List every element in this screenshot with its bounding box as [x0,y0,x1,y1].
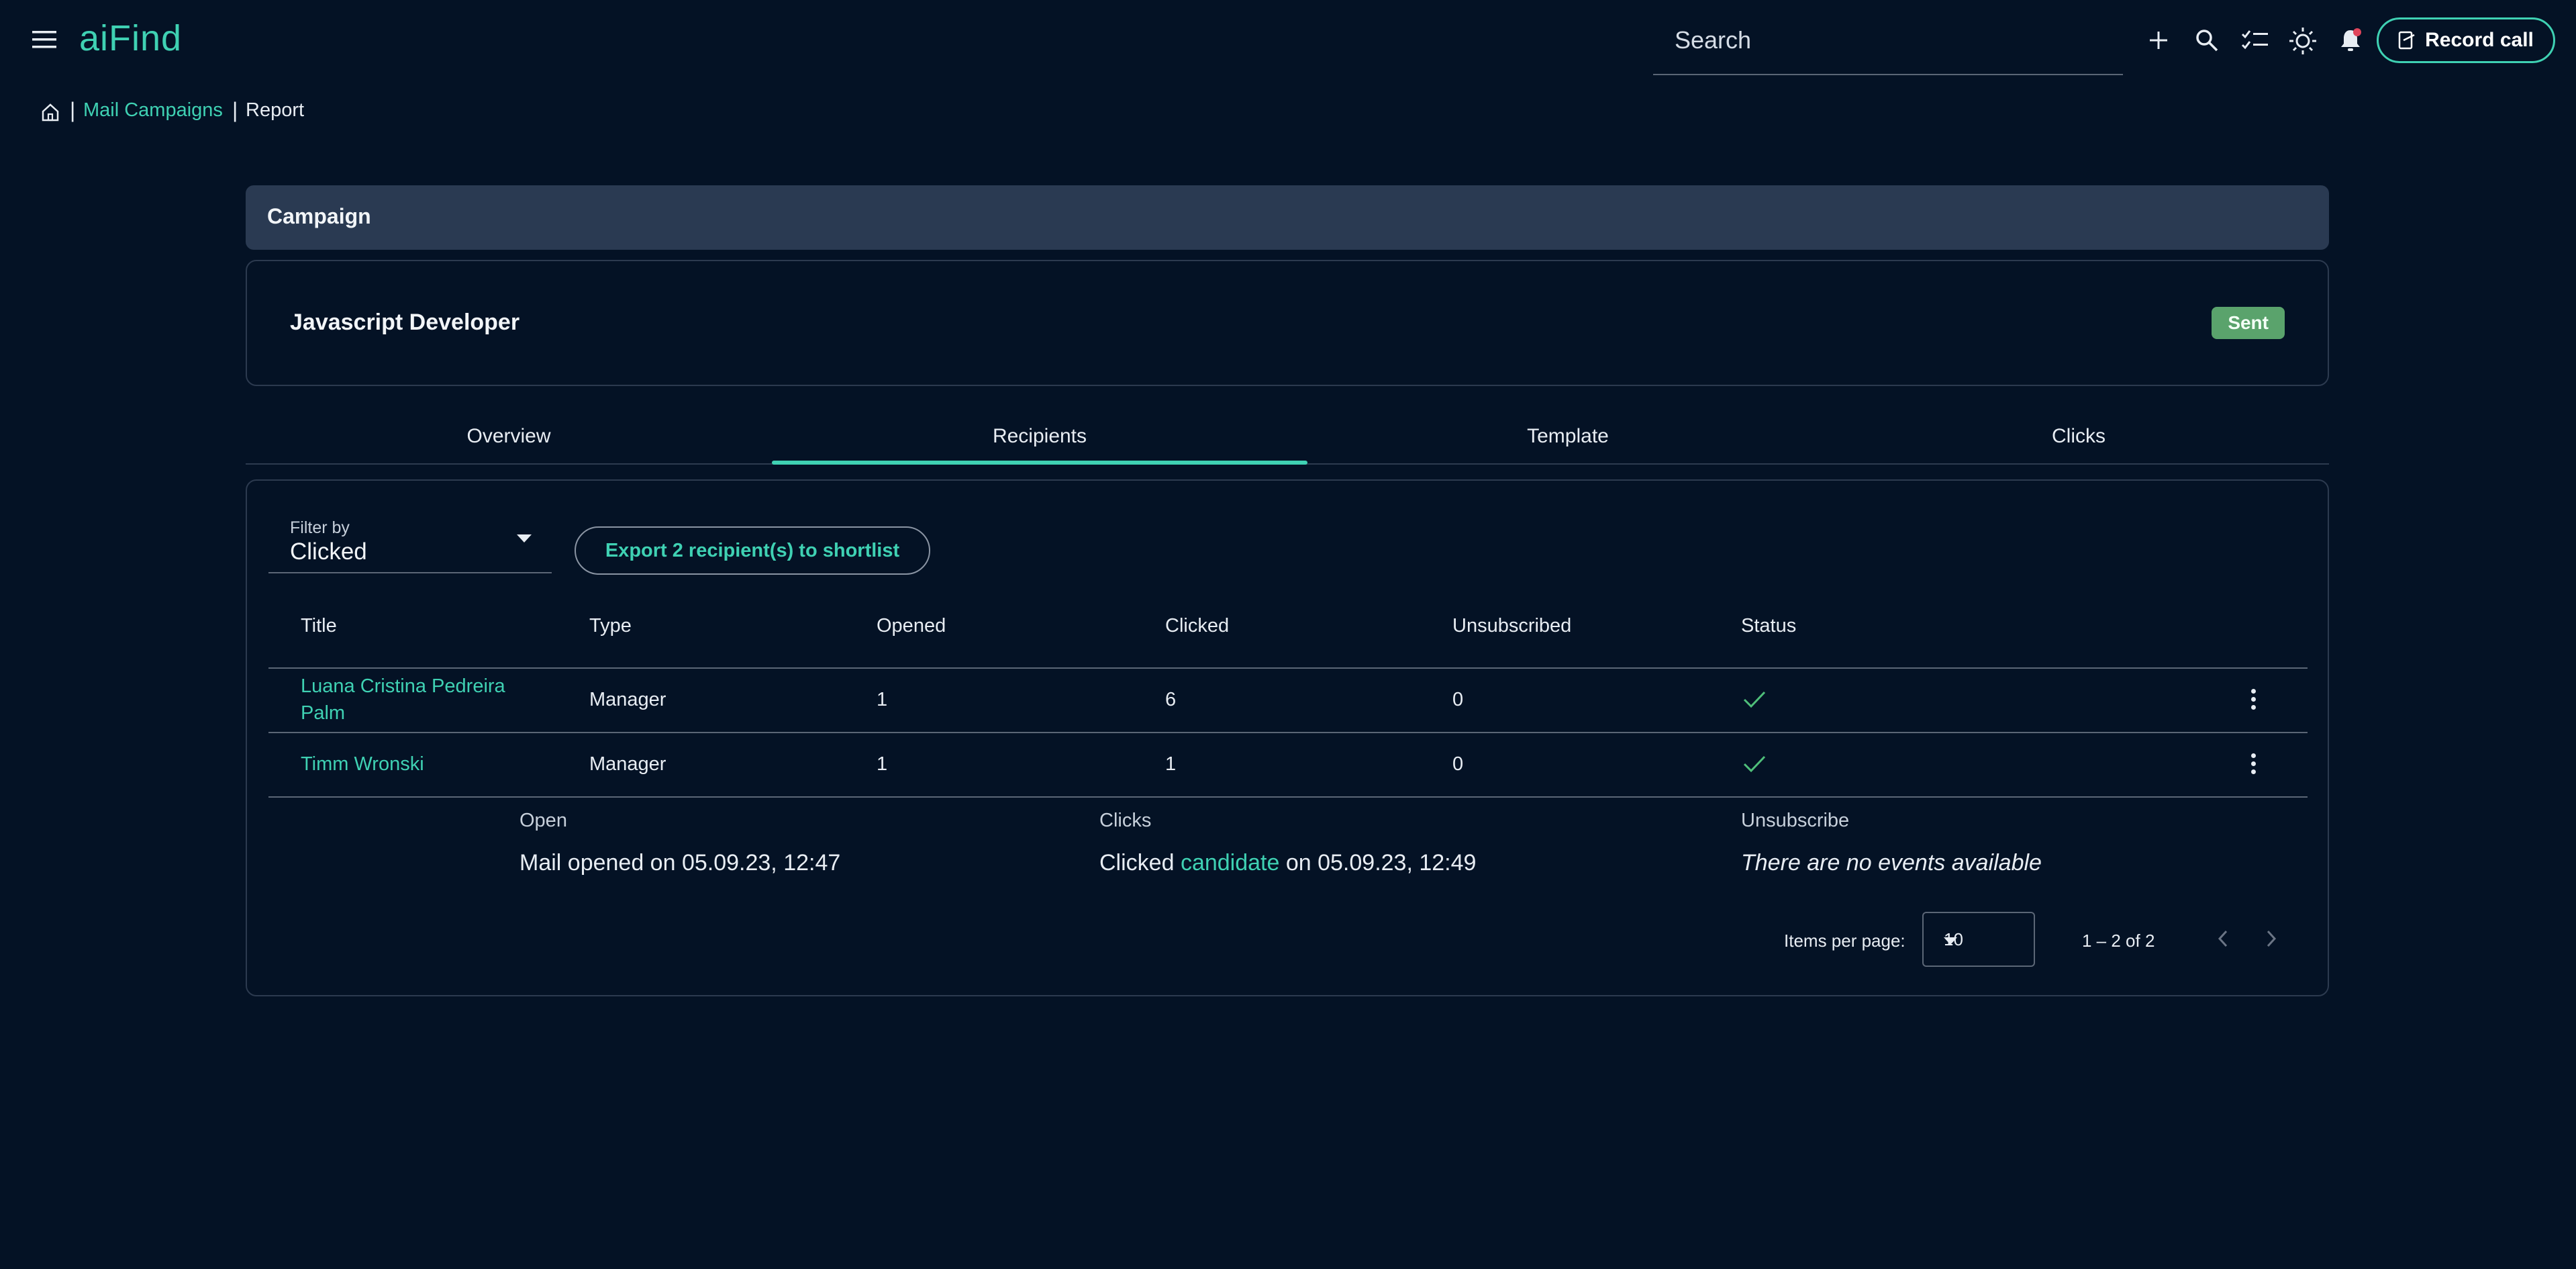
event-unsubscribe-label: Unsubscribe [1741,810,1850,831]
row-actions-icon[interactable] [2250,689,2257,710]
home-icon[interactable] [39,101,62,124]
recipient-unsubscribed: 0 [1452,689,1464,710]
record-call-label: Record call [2425,29,2534,51]
recipient-type: Manager [589,689,666,710]
items-per-page-label: Items per page: [1784,931,1905,951]
recipient-clicked: 6 [1165,689,1177,710]
breadcrumb-current: Report [246,99,305,121]
recipient-name[interactable]: Timm Wronski [301,753,424,775]
tab-recipients[interactable]: Recipients [772,410,1307,465]
chevron-left-icon[interactable] [2211,927,2235,951]
app-logo[interactable]: aiFind [79,17,182,59]
recipient-unsubscribed: 0 [1452,753,1464,775]
campaign-card: Javascript Developer Sent [246,260,2329,386]
column-header-status[interactable]: Status [1741,615,1796,637]
table-row[interactable]: Timm Wronski Manager 1 1 0 [268,733,2308,796]
record-call-button[interactable]: Record call [2377,17,2555,63]
filter-select[interactable]: Filter by Clicked [268,508,552,573]
check-icon [1741,751,1768,778]
event-clicks-label: Clicks [1099,810,1152,831]
filter-value: Clicked [290,538,367,565]
column-header-opened[interactable]: Opened [877,615,946,637]
record-call-icon [2398,31,2416,50]
campaign-section-header: Campaign [246,185,2329,250]
export-to-shortlist-button[interactable]: Export 2 recipient(s) to shortlist [575,526,930,575]
chevron-down-icon [1944,937,1957,945]
column-header-clicked[interactable]: Clicked [1165,615,1229,637]
recipient-type: Manager [589,753,666,775]
breadcrumb-separator: | [232,98,238,122]
menu-icon[interactable] [30,28,59,51]
candidate-link[interactable]: candidate [1181,850,1279,876]
event-clicks-prefix: Clicked [1099,850,1181,876]
table-row[interactable]: Luana Cristina Pedreira Palm Manager 1 6… [268,669,2308,732]
breadcrumb-mail-campaigns[interactable]: Mail Campaigns [83,99,223,122]
filter-label: Filter by [290,518,350,537]
report-tabs: Overview Recipients Template Clicks [246,410,2329,465]
tab-clicks[interactable]: Clicks [1828,410,2329,463]
event-clicks-text: Clicked candidate on 05.09.23, 12:49 [1099,850,1476,876]
column-header-type[interactable]: Type [589,615,632,637]
theme-icon[interactable] [2286,24,2320,58]
recipient-opened: 1 [877,689,888,710]
recipient-name[interactable]: Luana Cristina Pedreira Palm [301,673,505,726]
event-unsubscribe-text: There are no events available [1741,850,2042,876]
column-header-unsubscribed[interactable]: Unsubscribed [1452,615,1571,637]
event-open-text: Mail opened on 05.09.23, 12:47 [519,850,841,876]
row-divider [268,796,2308,798]
search-input[interactable] [1653,16,2123,64]
plus-icon[interactable] [2145,27,2172,54]
column-header-title[interactable]: Title [301,615,337,637]
event-clicks-suffix: on 05.09.23, 12:49 [1279,850,1477,876]
notification-bell-icon[interactable] [2336,26,2365,55]
pagination-range: 1 – 2 of 2 [2082,931,2155,951]
section-title: Campaign [267,204,371,228]
event-open-label: Open [519,810,567,831]
row-actions-icon[interactable] [2250,753,2257,774]
chevron-right-icon[interactable] [2259,927,2283,951]
recipient-clicked: 1 [1165,753,1177,775]
campaign-name: Javascript Developer [290,310,520,335]
recipient-name-line: Luana Cristina Pedreira [301,675,505,697]
recipient-name-line: Palm [301,702,346,724]
tab-overview[interactable]: Overview [246,410,772,463]
items-per-page-select[interactable]: 10 [1922,912,2035,967]
checklist-icon[interactable] [2239,26,2271,55]
search-icon[interactable] [2192,26,2222,55]
tab-template[interactable]: Template [1307,410,1828,463]
status-badge: Sent [2212,307,2285,339]
recipient-opened: 1 [877,753,888,775]
recipients-panel: Filter by Clicked Export 2 recipient(s) … [246,479,2329,996]
chevron-down-icon [517,534,532,543]
breadcrumb-separator: | [70,98,76,122]
search-field[interactable] [1653,16,2123,75]
check-icon [1741,686,1768,713]
